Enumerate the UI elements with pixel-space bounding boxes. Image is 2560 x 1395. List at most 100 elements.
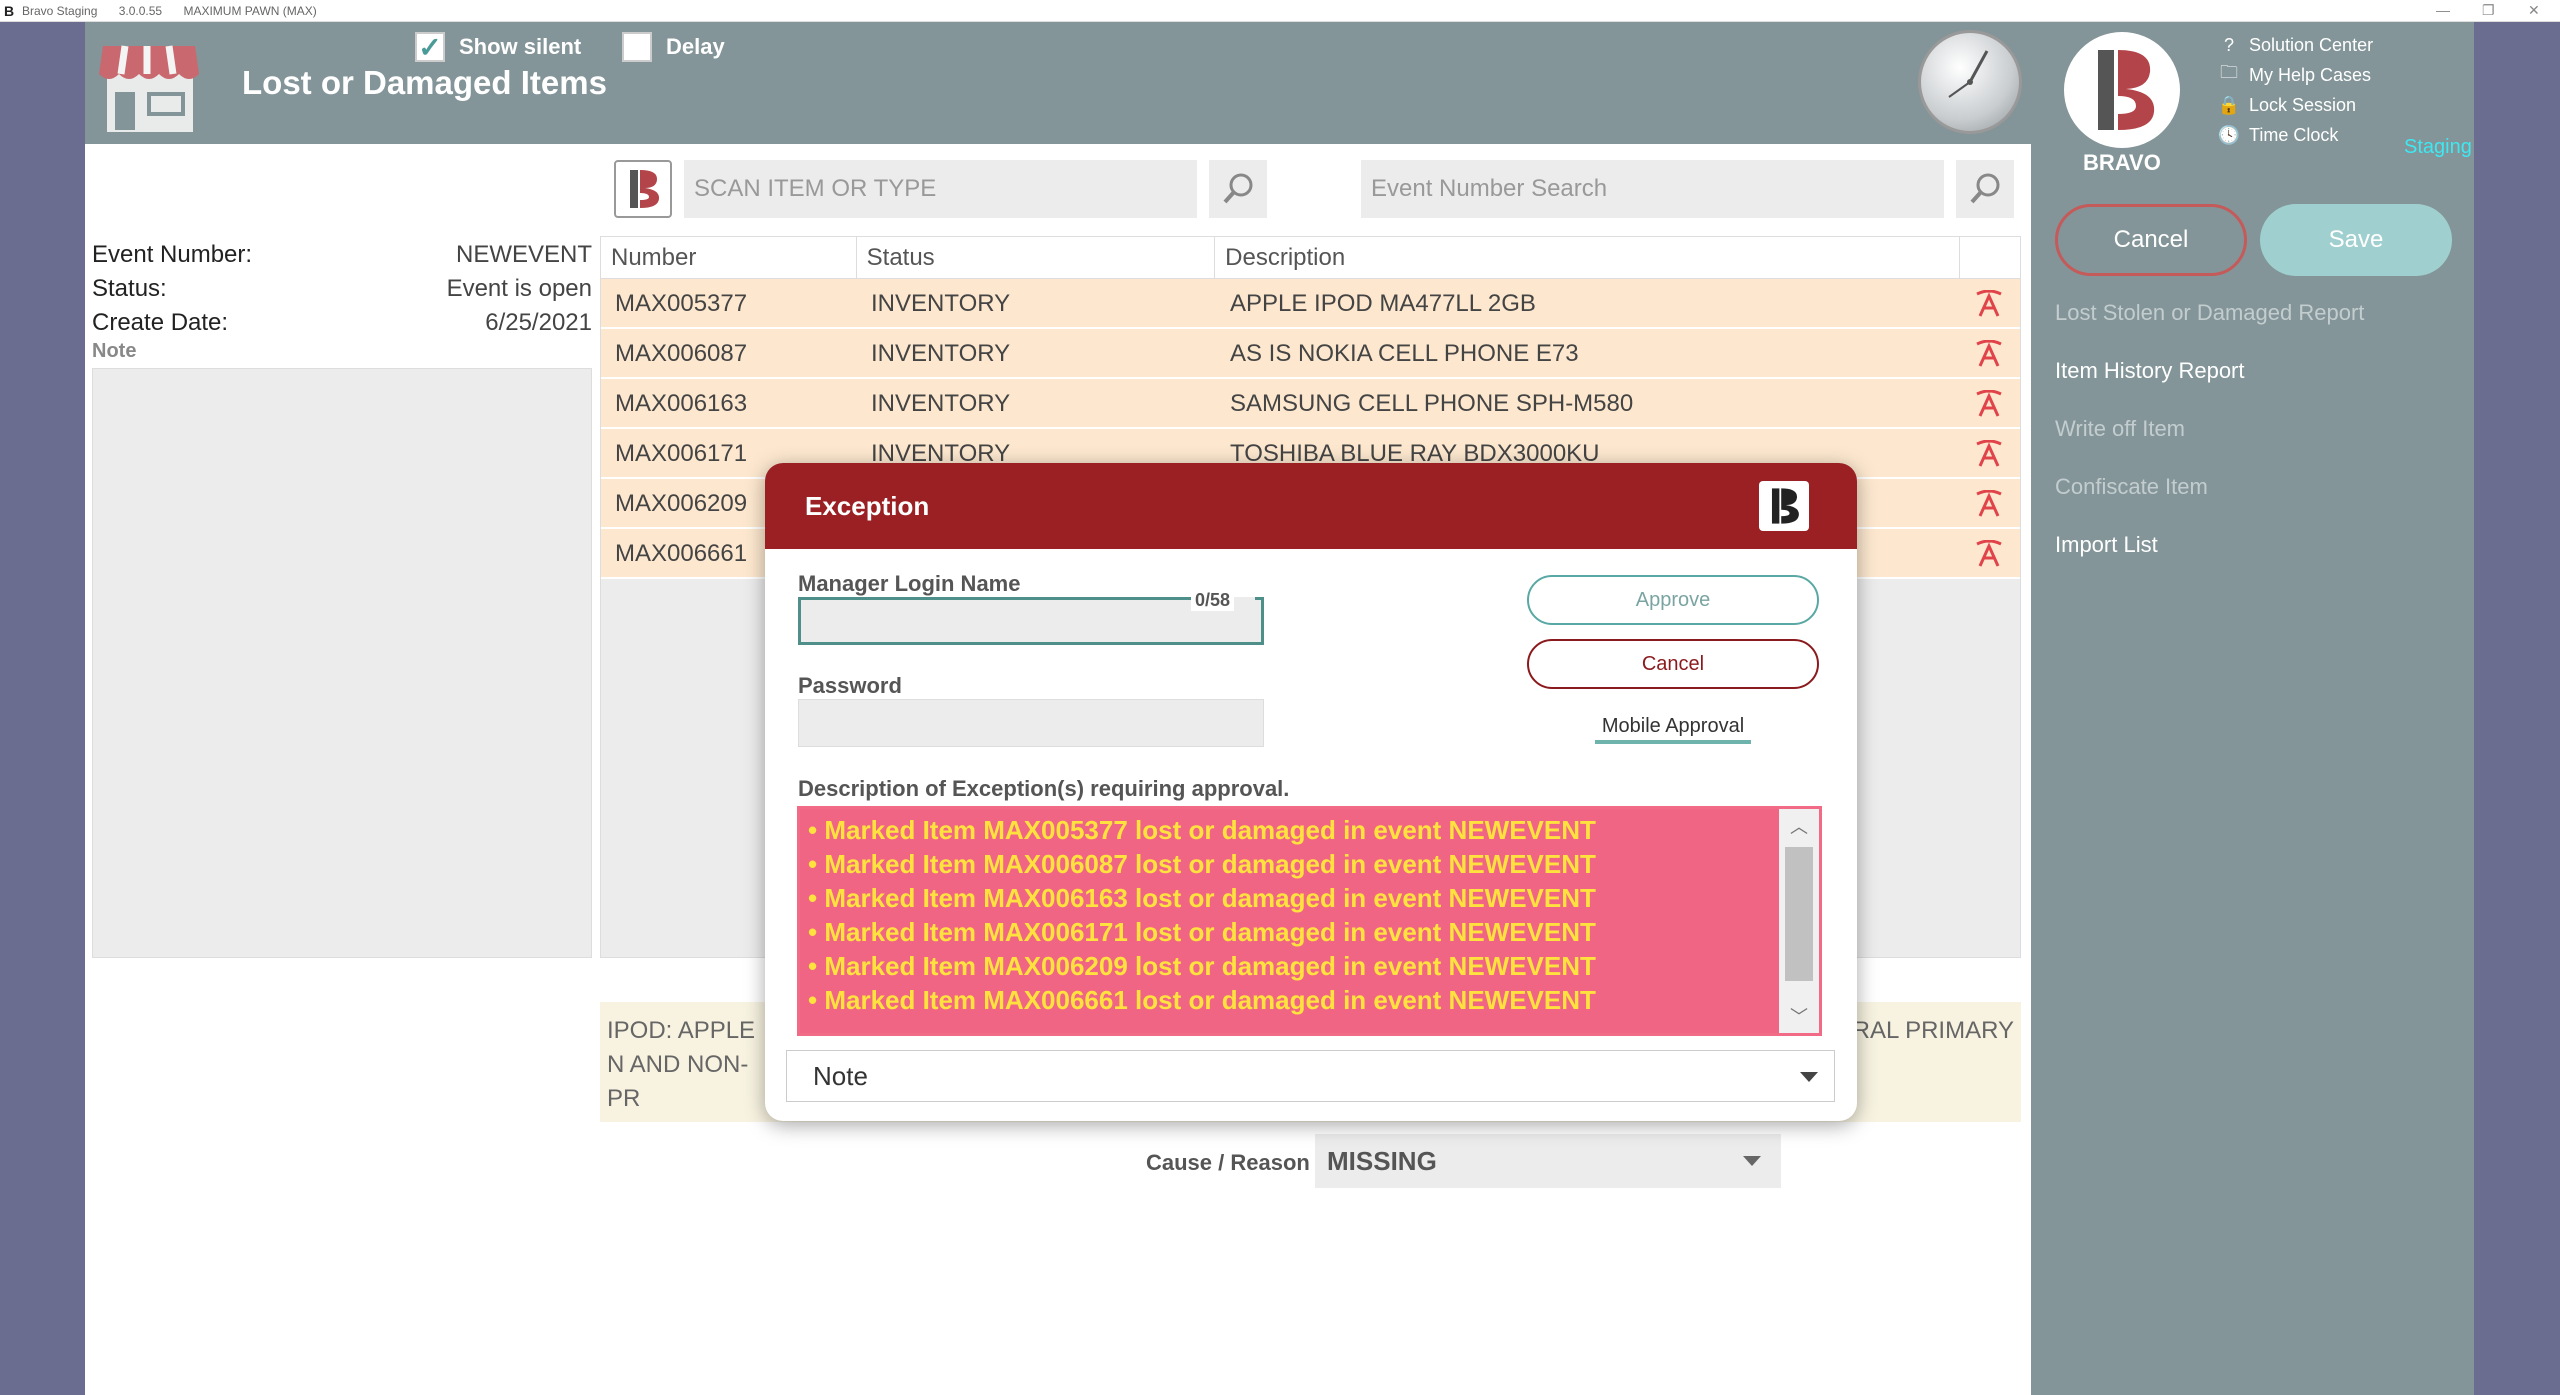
window-titlebar: B Bravo Staging 3.0.0.55 MAXIMUM PAWN (M… xyxy=(0,0,2560,22)
save-button[interactable]: Save xyxy=(2260,204,2452,276)
item-detail-text-right: RAL PRIMARY xyxy=(1852,1017,2014,1044)
approve-button[interactable]: Approve xyxy=(1527,575,1819,625)
table-row[interactable]: MAX006163 INVENTORY SAMSUNG CELL PHONE S… xyxy=(601,379,2020,429)
dialog-header: Exception xyxy=(765,463,1857,549)
my-help-cases-label: My Help Cases xyxy=(2249,64,2372,85)
folder-icon: 🗀 xyxy=(2220,62,2238,82)
event-number-value: NEWEVENT xyxy=(455,241,592,268)
brand-label: BRAVO xyxy=(2083,150,2161,175)
delay-checkbox[interactable]: Delay xyxy=(622,32,725,62)
password-input[interactable] xyxy=(798,699,1264,747)
dialog-cancel-button[interactable]: Cancel xyxy=(1527,639,1819,689)
store-icon xyxy=(99,45,199,132)
column-header-number[interactable]: Number xyxy=(601,237,857,278)
mobile-approval-button[interactable]: Mobile Approval xyxy=(1595,715,1751,744)
right-rail xyxy=(2474,22,2560,1395)
app-version: 3.0.0.55 xyxy=(118,4,163,18)
restore-icon[interactable]: ❐ xyxy=(2482,2,2495,19)
cause-reason-select[interactable]: MISSING xyxy=(1315,1134,1781,1188)
create-date-label: Create Date: xyxy=(92,309,229,336)
menu-item-history-report[interactable]: Item History Report xyxy=(2055,358,2364,416)
minimize-icon[interactable]: — xyxy=(2436,2,2450,18)
remove-item-icon[interactable] xyxy=(1974,290,2004,318)
cell-status: INVENTORY xyxy=(871,390,1011,417)
scroll-down-icon[interactable]: ﹀ xyxy=(1779,999,1819,1033)
checkmark-icon: ✓ xyxy=(415,32,445,63)
status-value: Event is open xyxy=(446,275,592,302)
scroll-up-icon[interactable]: ︿ xyxy=(1779,809,1819,843)
menu-lost-stolen-report[interactable]: Lost Stolen or Damaged Report xyxy=(2055,300,2364,358)
cell-status: INVENTORY xyxy=(871,290,1011,317)
lock-icon: 🔒 xyxy=(2217,94,2241,115)
exception-item: • Marked Item MAX006171 lost or damaged … xyxy=(808,917,1596,947)
column-header-status[interactable]: Status xyxy=(857,237,1216,278)
exception-item: • Marked Item MAX006163 lost or damaged … xyxy=(808,883,1596,913)
column-header-description[interactable]: Description xyxy=(1215,237,1961,278)
show-silent-checkbox[interactable]: ✓ Show silent xyxy=(415,32,581,63)
cause-reason-label: Cause / Reason xyxy=(1146,1150,1310,1175)
remove-item-icon[interactable] xyxy=(1974,540,2004,568)
search-icon xyxy=(1223,173,1253,204)
event-search-button[interactable] xyxy=(1956,160,2014,218)
status-label: Status: xyxy=(92,275,167,302)
unchecked-box xyxy=(622,32,652,62)
cell-number: MAX006163 xyxy=(615,390,748,417)
table-header: Number Status Description xyxy=(601,237,2020,279)
menu-import-list[interactable]: Import List xyxy=(2055,532,2364,590)
solution-center-link[interactable]: ? Solution Center xyxy=(2217,30,2373,60)
login-input-border xyxy=(798,597,1191,600)
page-title: Lost or Damaged Items xyxy=(242,64,607,101)
bravo-scan-button[interactable] xyxy=(614,160,672,218)
column-header-actions xyxy=(1960,237,2020,278)
my-help-cases-link[interactable]: 🗀 My Help Cases xyxy=(2217,60,2373,90)
password-label: Password xyxy=(798,673,902,698)
note-label: Note xyxy=(92,340,137,362)
header: Lost or Damaged Items ✓ Show silent Dela… xyxy=(85,22,2031,144)
question-circle-icon: ? xyxy=(2223,34,2234,55)
bravo-logo-icon xyxy=(2064,32,2180,148)
note-select-value: Note xyxy=(813,1061,868,1091)
menu-confiscate-item[interactable]: Confiscate Item xyxy=(2055,474,2364,532)
table-row[interactable]: MAX005377 INVENTORY APPLE IPOD MA477LL 2… xyxy=(601,279,2020,329)
exceptions-list: • Marked Item MAX005377 lost or damaged … xyxy=(797,806,1822,1036)
scan-item-input[interactable]: SCAN ITEM OR TYPE xyxy=(684,160,1197,218)
menu-write-off-item[interactable]: Write off Item xyxy=(2055,416,2364,474)
dropdown-caret-icon xyxy=(1743,1156,1761,1166)
remove-item-icon[interactable] xyxy=(1974,440,2004,468)
event-number-search-input[interactable]: Event Number Search xyxy=(1361,160,1944,218)
exceptions-scrollbar[interactable]: ︿ ﹀ xyxy=(1779,809,1819,1033)
remove-item-icon[interactable] xyxy=(1974,390,2004,418)
clock-small-icon: 🕓 xyxy=(2217,124,2241,145)
bravo-logo-icon xyxy=(1759,481,1809,531)
note-textarea[interactable] xyxy=(92,368,592,958)
store-name: MAXIMUM PAWN (MAX) xyxy=(183,4,317,18)
exception-item: • Marked Item MAX006661 lost or damaged … xyxy=(808,985,1596,1015)
cell-number: MAX005377 xyxy=(615,290,748,317)
cause-reason-value: MISSING xyxy=(1327,1146,1437,1176)
scan-search-button[interactable] xyxy=(1209,160,1267,218)
item-detail-text: IPOD: APPLE N AND NON-PR xyxy=(607,1017,756,1112)
remove-item-icon[interactable] xyxy=(1974,340,2004,368)
delay-label: Delay xyxy=(666,34,725,59)
event-number-label: Event Number: xyxy=(92,241,253,268)
side-menu: Lost Stolen or Damaged Report Item Histo… xyxy=(2055,300,2364,590)
close-icon[interactable]: ✕ xyxy=(2528,2,2540,19)
dialog-title: Exception xyxy=(805,491,930,521)
cell-status: INVENTORY xyxy=(871,340,1011,367)
environment-label: Staging xyxy=(2404,136,2472,158)
scrollbar-thumb[interactable] xyxy=(1785,847,1813,981)
table-row[interactable]: MAX006087 INVENTORY AS IS NOKIA CELL PHO… xyxy=(601,329,2020,379)
note-select[interactable]: Note xyxy=(786,1050,1835,1102)
exception-item: • Marked Item MAX006087 lost or damaged … xyxy=(808,849,1596,879)
create-date-value: 6/25/2021 xyxy=(485,309,592,336)
remove-item-icon[interactable] xyxy=(1974,490,2004,518)
app-name: Bravo Staging xyxy=(22,4,98,18)
time-clock-link[interactable]: 🕓 Time Clock xyxy=(2217,120,2373,150)
manager-login-label: Manager Login Name xyxy=(798,571,1021,596)
exception-dialog: Exception Manager Login Name 0/58 Passwo… xyxy=(765,463,1857,1121)
right-panel: BRAVO ? Solution Center 🗀 My Help Cases … xyxy=(2031,22,2474,1395)
cancel-button[interactable]: Cancel xyxy=(2055,204,2247,276)
lock-session-link[interactable]: 🔒 Lock Session xyxy=(2217,90,2373,120)
exception-item: • Marked Item MAX006209 lost or damaged … xyxy=(808,951,1596,981)
cell-number: MAX006087 xyxy=(615,340,748,367)
